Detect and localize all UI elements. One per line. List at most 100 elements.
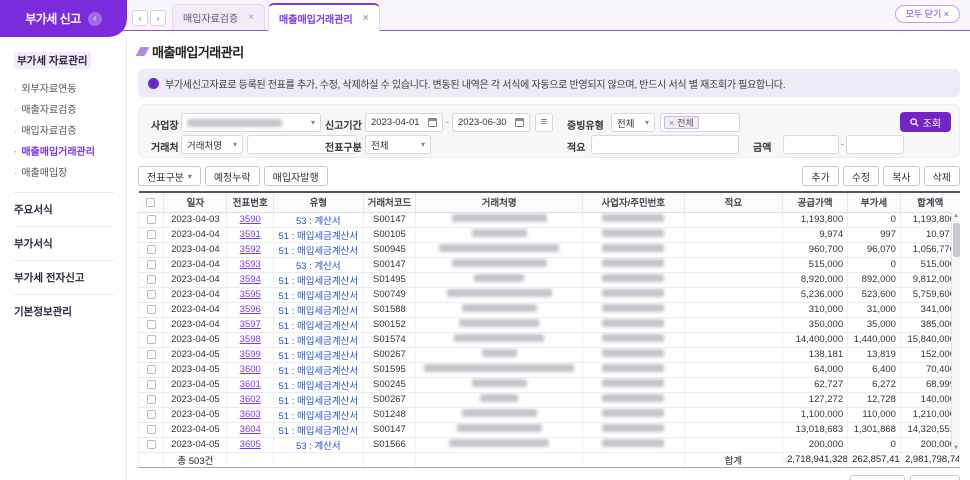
calendar-icon[interactable] [428, 118, 437, 127]
slip-no-link[interactable]: 3590 [240, 214, 261, 225]
tab-close-icon[interactable]: × [363, 13, 369, 24]
evidence-tag-box[interactable]: × 전체 [660, 113, 740, 132]
sidebar-section[interactable]: 부가세 전자신고 [14, 260, 114, 294]
vendor-type-select[interactable]: 거래처명 ▾ [181, 135, 243, 154]
slip-select[interactable]: 전체 ▾ [365, 135, 431, 154]
evidence-select[interactable]: 전체 ▾ [611, 113, 655, 132]
slip-no-link[interactable]: 3591 [240, 229, 261, 240]
slip-no-link[interactable]: 3593 [240, 259, 261, 270]
slip-no-link[interactable]: 3594 [240, 274, 261, 285]
search-button-label: 조회 [922, 118, 941, 130]
title-slash-icon [135, 47, 150, 56]
main-content: 매출매입거래관리 i 부가세신고자료로 등록된 전표를 추가, 수정, 삭제하실… [128, 32, 970, 480]
slip-no-link[interactable]: 3600 [240, 364, 261, 375]
delete-button[interactable]: 삭제 [923, 166, 960, 186]
tab-close-icon[interactable]: × [248, 12, 254, 23]
row-checkbox[interactable] [146, 229, 156, 239]
scroll-up-icon[interactable]: ▲ [953, 212, 959, 221]
row-checkbox[interactable] [146, 394, 156, 404]
type-cell: 51 : 매입세금계산서 [273, 302, 364, 318]
slip-no-link[interactable]: 3597 [240, 319, 261, 330]
sidebar-item[interactable]: 매출매입장 [14, 161, 114, 182]
sidebar-item[interactable]: 매출매입거래관리 [14, 140, 114, 161]
amount-to-input[interactable] [846, 135, 904, 154]
add-button[interactable]: 추가 [802, 166, 839, 186]
vendor-code-cell: S01248 [363, 407, 417, 423]
sidebar-section[interactable]: 부가서식 [14, 226, 114, 260]
row-checkbox[interactable] [146, 334, 156, 344]
transactions-table: 일자 전표번호 유형 거래처코드 거래처명 사업자/주민번호 적요 공급가액 부가세 합계액 20… [137, 191, 961, 468]
slip-no-link[interactable]: 3598 [240, 334, 261, 345]
row-checkbox[interactable] [146, 349, 156, 359]
slip-no-link[interactable]: 3596 [240, 304, 261, 315]
date-cell: 2023-04-05 [163, 347, 228, 363]
slip-no-link[interactable]: 3602 [240, 394, 261, 405]
row-checkbox[interactable] [146, 439, 156, 449]
slip-no-link[interactable]: 3603 [240, 409, 261, 420]
vendor-code-cell: S00267 [363, 347, 417, 363]
amount-from-input[interactable] [783, 135, 839, 154]
tab-next-button[interactable]: › [150, 10, 166, 26]
slip-no-link[interactable]: 3601 [240, 379, 261, 390]
toolbar-button-0[interactable]: 전표구분 ▾ [138, 166, 201, 186]
toolbar-button-2[interactable]: 매입자발행 [263, 166, 328, 186]
row-checkbox[interactable] [146, 289, 156, 299]
tag-remove-icon[interactable]: × [669, 118, 674, 128]
period-options-button[interactable]: ≡ [535, 113, 553, 132]
row-checkbox[interactable] [146, 379, 156, 389]
date-cell: 2023-04-05 [163, 422, 228, 438]
sidebar-item[interactable]: 매입자료검증 [14, 119, 114, 140]
row-checkbox[interactable] [146, 244, 156, 254]
memo-input[interactable] [591, 135, 739, 154]
sidebar-section[interactable]: 주요서식 [14, 192, 114, 226]
supply-cell: 1,100,000 [782, 407, 849, 423]
sidebar-section[interactable]: 기본정보관리 [14, 294, 114, 328]
row-checkbox[interactable] [146, 424, 156, 434]
slip-no-link[interactable]: 3592 [240, 244, 261, 255]
calendar-icon[interactable] [515, 118, 524, 127]
toolbar-button-1[interactable]: 예정누락 [204, 166, 260, 186]
slip-no-cell: 3604 [226, 422, 275, 438]
period-from-input[interactable]: 2023-04-01 [365, 113, 443, 132]
row-checkbox[interactable] [146, 214, 156, 224]
period-to-input[interactable]: 2023-06-30 [452, 113, 530, 132]
row-checkbox[interactable] [146, 304, 156, 314]
slip-no-link[interactable]: 3604 [240, 424, 261, 435]
transactions-table-wrap: 일자 전표번호 유형 거래처코드 거래처명 사업자/주민번호 적요 공급가액 부가세 합계액 20… [137, 191, 961, 468]
header-checkbox[interactable] [146, 197, 156, 207]
edit-button[interactable]: 수정 [842, 166, 880, 186]
search-button[interactable]: 조회 [899, 112, 951, 132]
table-scrollbar[interactable]: ▲ ▼ [951, 212, 960, 453]
row-checkbox[interactable] [146, 319, 156, 329]
sidebar-collapse-button[interactable]: ‹ [87, 11, 102, 26]
business-select[interactable]: ▾ [181, 113, 321, 132]
sidebar-item[interactable]: 매출자료검증 [14, 98, 114, 119]
row-checkbox[interactable] [146, 259, 156, 269]
period-label: 신고기간 [325, 121, 362, 132]
close-all-button[interactable]: 모두 닫기 × [894, 5, 960, 23]
search-icon [909, 117, 919, 127]
excel-button[interactable]: X 엑셀 [909, 474, 960, 480]
duplicate-search-button[interactable]: 중복검색 [849, 474, 905, 480]
scrollbar-thumb[interactable] [952, 223, 960, 257]
slip-no-link[interactable]: 3599 [240, 349, 261, 360]
row-checkbox[interactable] [146, 409, 156, 419]
sidebar-item[interactable]: 외부자료연동 [14, 77, 114, 98]
row-checkbox[interactable] [146, 364, 156, 374]
slip-no-link[interactable]: 3605 [240, 439, 261, 450]
slip-no-cell: 3597 [226, 317, 275, 333]
row-checkbox[interactable] [146, 274, 156, 284]
row-checkbox-cell [137, 287, 165, 303]
column-header: 공급가액 [782, 191, 848, 213]
vendor-code-cell: S00267 [363, 392, 417, 408]
scroll-down-icon[interactable]: ▼ [953, 444, 959, 453]
sidebar-section-vat-data[interactable]: 부가세 자료관리 [14, 52, 91, 69]
copy-button[interactable]: 복사 [883, 166, 920, 186]
slip-no-link[interactable]: 3595 [240, 289, 261, 300]
tab-inactive[interactable]: 매입자료검증 × [172, 4, 266, 30]
memo-cell [684, 317, 784, 333]
vendor-code-cell: S00147 [363, 212, 417, 228]
tab-active[interactable]: 매출매입거래관리 × [268, 3, 380, 31]
tab-prev-button[interactable]: ‹ [132, 10, 148, 26]
memo-cell [684, 347, 784, 363]
